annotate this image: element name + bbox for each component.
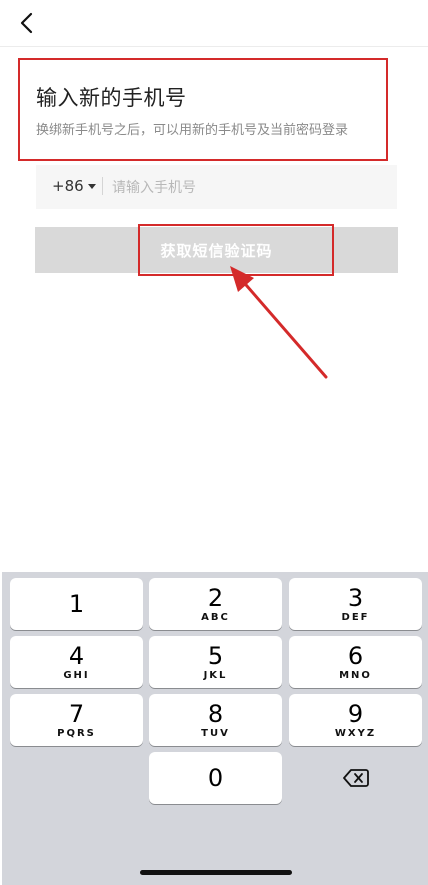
key-number: 1 <box>68 590 85 618</box>
key-number: 3 <box>347 584 364 612</box>
key-letters: MNO <box>339 670 372 681</box>
key-letters: WXYZ <box>334 728 377 739</box>
key-number: 0 <box>207 764 224 792</box>
key-5[interactable]: 5 JKL <box>149 636 282 688</box>
key-letters: JKL <box>203 670 228 681</box>
delete-key[interactable] <box>289 752 422 804</box>
key-number: 8 <box>207 700 224 728</box>
backspace-icon <box>343 769 369 787</box>
key-letters: DEF <box>341 612 370 623</box>
key-4[interactable]: 4 GHI <box>10 636 143 688</box>
key-3[interactable]: 3 DEF <box>289 578 422 630</box>
key-7[interactable]: 7 PQRS <box>10 694 143 746</box>
key-number: 7 <box>68 700 85 728</box>
key-1[interactable]: 1 <box>10 578 143 630</box>
key-6[interactable]: 6 MNO <box>289 636 422 688</box>
key-number: 9 <box>347 700 364 728</box>
key-number: 2 <box>207 584 224 612</box>
home-indicator[interactable] <box>140 870 292 875</box>
key-letters: GHI <box>63 670 90 681</box>
key-8[interactable]: 8 TUV <box>149 694 282 746</box>
key-2[interactable]: 2 ABC <box>149 578 282 630</box>
numeric-keypad: 1 2 ABC 3 DEF 4 GHI 5 JKL 6 MNO 7 PQRS 8… <box>2 572 428 885</box>
key-letters: PQRS <box>57 728 96 739</box>
key-number: 6 <box>347 642 364 670</box>
key-letters: TUV <box>201 728 230 739</box>
key-letters: ABC <box>201 612 230 623</box>
key-number: 4 <box>68 642 85 670</box>
key-number: 5 <box>207 642 224 670</box>
key-0[interactable]: 0 <box>149 752 282 804</box>
key-9[interactable]: 9 WXYZ <box>289 694 422 746</box>
annotation-arrow <box>230 266 328 379</box>
